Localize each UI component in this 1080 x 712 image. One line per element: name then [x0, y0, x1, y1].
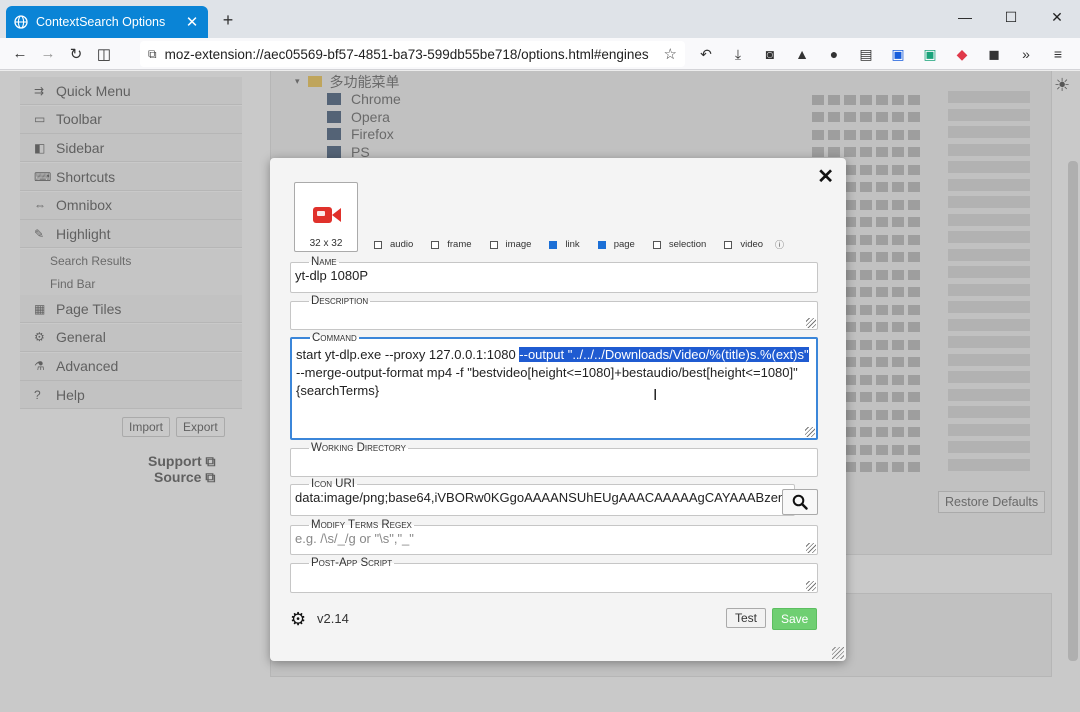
- window-controls: — ☐ ✕: [942, 0, 1080, 34]
- tab-contextsearch-options[interactable]: ContextSearch Options ✕: [6, 6, 208, 38]
- tab-close-icon[interactable]: ✕: [184, 13, 200, 31]
- context-video[interactable]: video: [724, 238, 763, 251]
- tab-strip: ContextSearch Options ✕ + — ☐ ✕: [0, 0, 1080, 38]
- icon-size-label: 32 x 32: [309, 238, 343, 249]
- command-field[interactable]: Command start yt-dlp.exe --proxy 127.0.0…: [290, 332, 818, 440]
- frame-checkbox[interactable]: [431, 240, 440, 249]
- context-label: link: [565, 239, 580, 250]
- extension-toolbar: ↶ ⤓ ◙ ▲ ● ▤ ▣ ▣ ◆ ◼ » ≡: [690, 40, 1074, 68]
- context-selection[interactable]: selection: [652, 238, 707, 251]
- navigation-toolbar: ← → ↻ ◫ ⧉ moz-extension://aec05569-bf57-…: [0, 38, 1080, 70]
- context-checkboxes: audio frame image link page selection vi…: [374, 238, 784, 251]
- download-icon[interactable]: ⤓: [722, 40, 754, 68]
- audio-checkbox[interactable]: [374, 240, 382, 249]
- search-icon: [792, 494, 808, 510]
- working-directory-field[interactable]: Working Directory: [290, 442, 818, 477]
- context-image[interactable]: image: [489, 238, 532, 251]
- reader-view-icon[interactable]: ◫: [90, 40, 118, 68]
- circle-icon[interactable]: ●: [818, 40, 850, 68]
- forward-icon[interactable]: →: [34, 40, 62, 68]
- regex-label: Modify Terms Regex: [311, 519, 412, 531]
- command-textarea[interactable]: start yt-dlp.exe --proxy 127.0.0.1:1080 …: [292, 344, 816, 402]
- bitwarden-icon[interactable]: ▣: [882, 40, 914, 68]
- context-audio[interactable]: audio: [374, 238, 413, 251]
- post-script-label: Post-App Script: [311, 557, 393, 569]
- close-window-button[interactable]: ✕: [1034, 0, 1080, 34]
- resize-grip-icon[interactable]: [806, 581, 816, 591]
- save-disk-icon[interactable]: ▣: [914, 40, 946, 68]
- video-checkbox[interactable]: [724, 240, 733, 249]
- context-label: frame: [447, 239, 472, 250]
- context-label: page: [613, 239, 635, 250]
- rocket-icon[interactable]: ▲: [786, 40, 818, 68]
- bookmark-star-icon[interactable]: ☆: [664, 45, 677, 63]
- context-label: video: [740, 239, 764, 250]
- link-checkbox[interactable]: [549, 240, 558, 249]
- resize-grip-icon[interactable]: [806, 318, 816, 328]
- working-directory-label: Working Directory: [311, 442, 406, 454]
- icon-search-button[interactable]: [782, 489, 818, 515]
- tab-title: ContextSearch Options: [36, 15, 166, 29]
- name-input[interactable]: yt-dlp 1080P: [291, 268, 817, 283]
- context-frame[interactable]: frame: [431, 238, 472, 251]
- settings-gear-icon[interactable]: ⚙: [290, 609, 306, 630]
- engine-icon-picker[interactable]: 32 x 32: [294, 182, 358, 252]
- overflow-chevron-icon[interactable]: »: [1010, 40, 1042, 68]
- icon-uri-field[interactable]: Icon URI data:image/png;base64,iVBORw0KG…: [290, 478, 795, 516]
- video-camera-icon: [313, 207, 341, 223]
- tab-container-icon[interactable]: ▤: [850, 40, 882, 68]
- command-text-end: --merge-output-format mp4 -f "bestvideo[…: [296, 365, 798, 398]
- context-label: audio: [390, 239, 414, 250]
- version-label: v2.14: [317, 611, 349, 626]
- page-checkbox[interactable]: [597, 240, 606, 249]
- maximize-button[interactable]: ☐: [988, 0, 1034, 34]
- context-page[interactable]: page: [597, 238, 635, 251]
- description-label: Description: [311, 295, 369, 307]
- context-link[interactable]: link: [549, 238, 580, 251]
- engine-edit-dialog: ✕ 32 x 32 audio frame image link page se…: [270, 158, 846, 661]
- test-button[interactable]: Test: [726, 608, 767, 628]
- extension-page-icon: ⧉: [148, 46, 157, 61]
- icon-uri-label: Icon URI: [311, 478, 355, 490]
- save-button[interactable]: Save: [772, 608, 818, 630]
- icon-uri-input[interactable]: data:image/png;base64,iVBORw0KGgoAAAANSU…: [291, 490, 794, 505]
- modify-terms-regex-field[interactable]: Modify Terms Regex e.g. /\s/_/g or "\s",…: [290, 519, 818, 555]
- pocket-icon[interactable]: ◆: [946, 40, 978, 68]
- command-label: Command: [312, 332, 357, 344]
- selection-checkbox[interactable]: [652, 240, 661, 249]
- command-selected-text: --output "../../../Downloads/Video/%(tit…: [519, 347, 809, 362]
- globe-icon: [14, 14, 30, 30]
- reload-icon[interactable]: ↻: [62, 40, 90, 68]
- image-checkbox[interactable]: [489, 240, 498, 249]
- camera-icon[interactable]: ◙: [754, 40, 786, 68]
- close-icon[interactable]: ✕: [817, 164, 834, 189]
- address-bar[interactable]: ⧉ moz-extension://aec05569-bf57-4851-ba7…: [140, 41, 685, 67]
- name-field[interactable]: Name yt-dlp 1080P: [290, 256, 818, 293]
- dialog-resize-grip-icon[interactable]: [832, 647, 844, 659]
- resize-grip-icon[interactable]: [805, 427, 815, 437]
- text-cursor-icon: I: [653, 387, 658, 404]
- undo-icon[interactable]: ↶: [690, 40, 722, 68]
- extension-square-icon[interactable]: ◼: [978, 40, 1010, 68]
- post-app-script-field[interactable]: Post-App Script: [290, 557, 818, 593]
- context-label: selection: [668, 239, 707, 250]
- name-label: Name: [311, 256, 337, 268]
- hamburger-menu-icon[interactable]: ≡: [1042, 40, 1074, 68]
- minimize-button[interactable]: —: [942, 0, 988, 34]
- regex-input[interactable]: e.g. /\s/_/g or "\s","_": [291, 531, 817, 546]
- new-tab-button[interactable]: +: [218, 10, 238, 31]
- info-icon[interactable]: ⓘ: [775, 238, 784, 251]
- description-field[interactable]: Description: [290, 295, 818, 330]
- back-icon[interactable]: ←: [6, 40, 34, 68]
- context-label: image: [505, 239, 532, 250]
- url-text[interactable]: moz-extension://aec05569-bf57-4851-ba73-…: [165, 47, 664, 62]
- command-text-start: start yt-dlp.exe --proxy 127.0.0.1:1080: [296, 347, 520, 362]
- resize-grip-icon[interactable]: [806, 543, 816, 553]
